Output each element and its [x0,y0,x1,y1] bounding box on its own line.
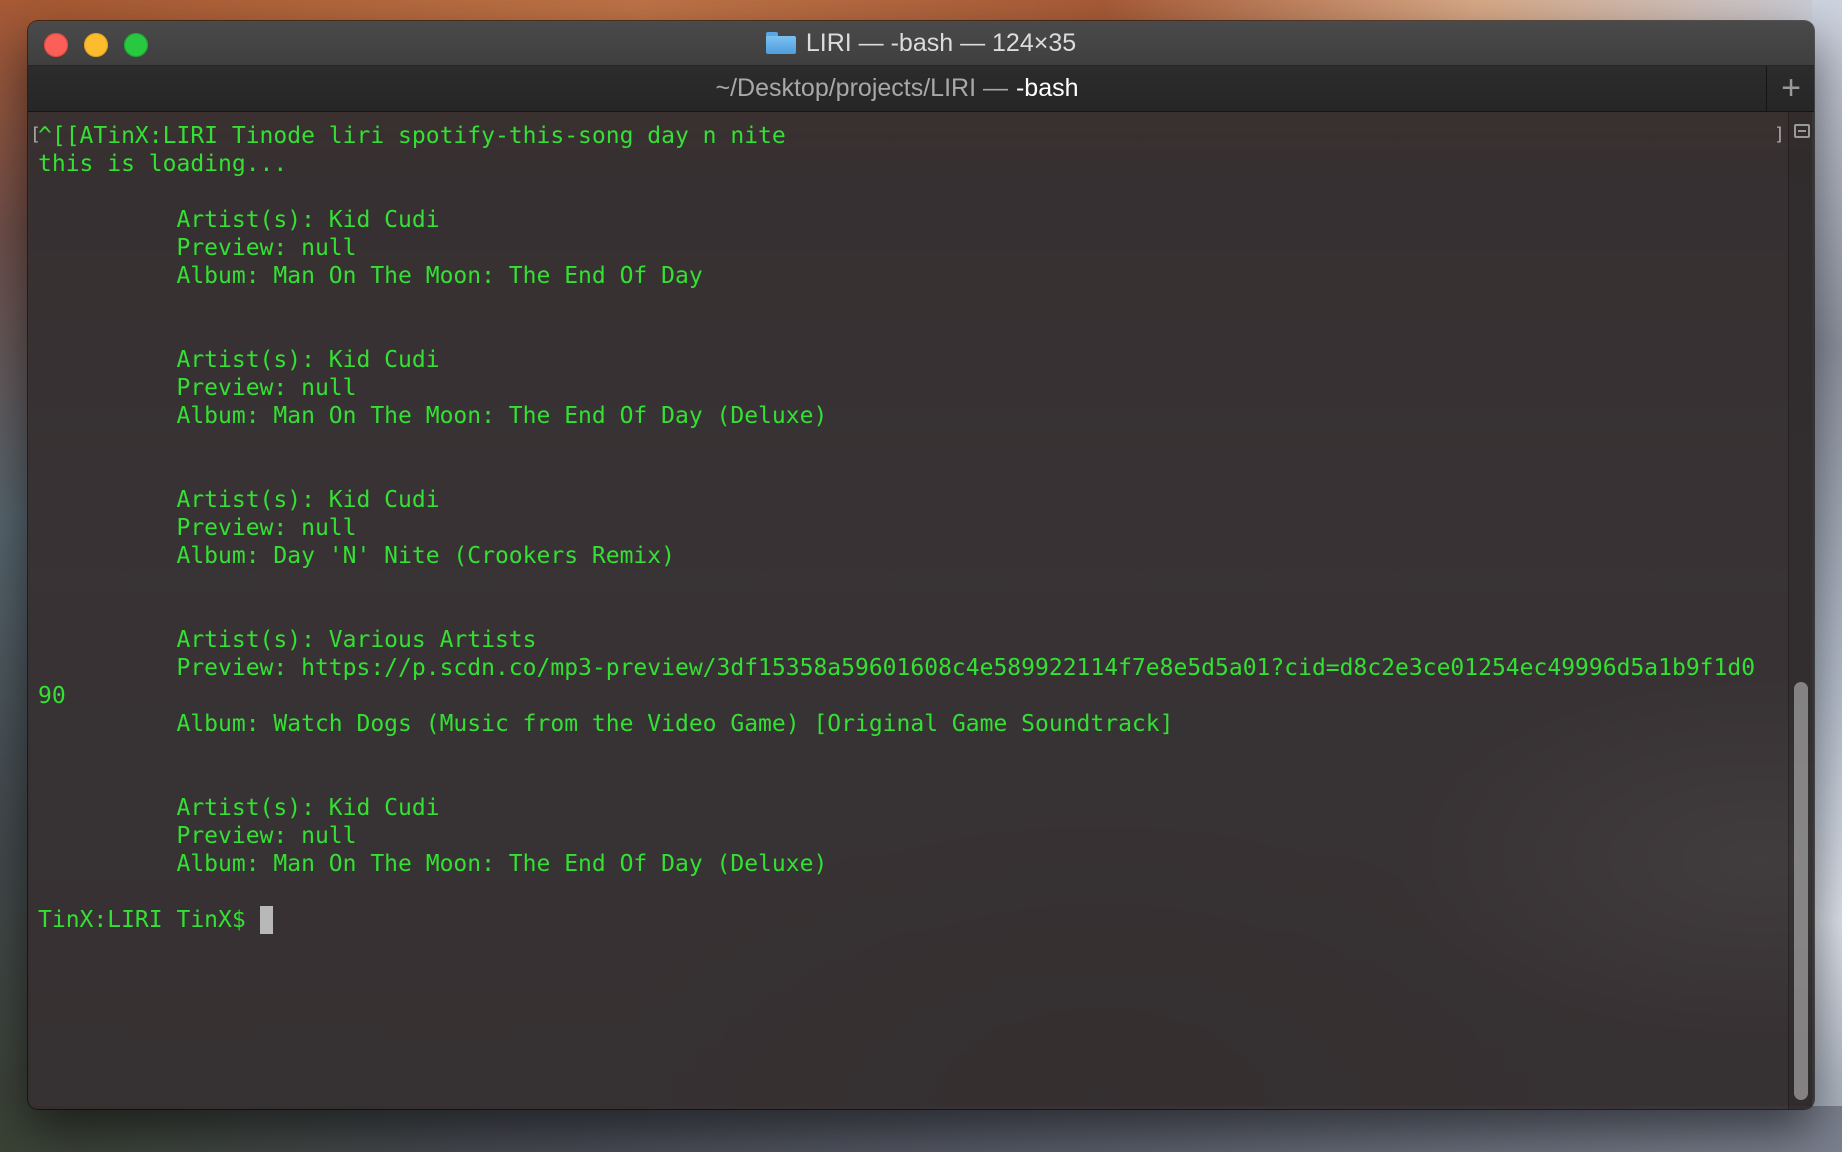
tab-bash[interactable]: ~/Desktop/projects/LIRI — -bash [28,66,1766,111]
terminal-window: LIRI — -bash — 124×35 ~/Desktop/projects… [28,21,1814,1109]
terminal-line: Preview: null [38,823,357,849]
terminal-line: Artist(s): Kid Cudi [38,795,440,821]
scrollbar-thumb[interactable] [1794,682,1808,1100]
desktop-wallpaper-bottom [0,1106,1842,1152]
terminal-line: ^[[ATinX:LIRI Tinode liri spotify-this-s… [38,123,786,149]
terminal-line: Album: Watch Dogs (Music from the Video … [38,711,1174,737]
terminal-line: Preview: null [38,375,357,401]
plus-icon: + [1781,69,1801,107]
window-title: LIRI — -bash — 124×35 [28,21,1814,65]
terminal-line: Artist(s): Kid Cudi [38,207,440,233]
text-cursor [259,906,273,934]
window-title-text: LIRI — -bash — 124×35 [805,28,1077,57]
terminal-line: Album: Man On The Moon: The End Of Day (… [38,403,828,429]
terminal-line: Album: Man On The Moon: The End Of Day (… [38,851,828,877]
tab-bar: ~/Desktop/projects/LIRI — -bash + [28,66,1814,112]
mark-bracket-right: ] [1774,124,1785,145]
desktop-wallpaper-right [1812,0,1842,1152]
terminal-line: Preview: null [38,235,357,261]
terminal-line: Preview: https://p.scdn.co/mp3-preview/3… [38,655,1756,681]
title-bar[interactable]: LIRI — -bash — 124×35 [28,21,1814,66]
split-pane-icon[interactable] [1794,124,1810,138]
terminal-line: Album: Man On The Moon: The End Of Day [38,263,703,289]
new-tab-button[interactable]: + [1766,66,1814,111]
terminal-line: Artist(s): Various Artists [38,627,537,653]
terminal-content[interactable]: [ ^[[ATinX:LIRI Tinode liri spotify-this… [28,112,1814,1109]
terminal-line: 90 [38,683,66,709]
terminal-line: Artist(s): Kid Cudi [38,487,440,513]
tab-path: ~/Desktop/projects/LIRI — [715,74,1008,102]
tab-process: -bash [1015,74,1079,102]
folder-icon [765,32,796,54]
desktop-wallpaper-left [0,0,30,1152]
terminal-line: Artist(s): Kid Cudi [38,347,440,373]
prompt-text: TinX:LIRI TinX$ [38,907,260,933]
terminal-line: this is loading... [38,151,288,177]
prompt-line[interactable]: TinX:LIRI TinX$ [38,906,1798,934]
terminal-output[interactable]: ^[[ATinX:LIRI Tinode liri spotify-this-s… [38,122,1798,934]
terminal-line: Album: Day 'N' Nite (Crookers Remix) [38,543,675,569]
terminal-line: Preview: null [38,515,357,541]
